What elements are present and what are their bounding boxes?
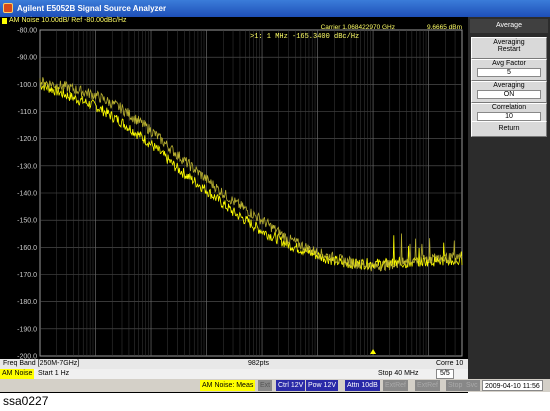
y-tick-label: -130.0 — [17, 163, 37, 170]
status-extref: ExtRef — [383, 380, 409, 391]
status-extref-2: ExtRef — [415, 380, 441, 391]
start-freq-label: Start 1 Hz — [38, 370, 70, 377]
return-button[interactable]: Return — [471, 121, 547, 137]
y-tick-label: -90.00 — [17, 55, 37, 62]
avg-factor-value: 5 — [477, 68, 541, 77]
points-label: 982pts — [248, 360, 270, 367]
y-tick-label: -140.0 — [17, 191, 37, 198]
meas-mode-label: AM Noise — [0, 369, 35, 379]
trace-indicator — [2, 18, 7, 24]
y-tick-label: -100.0 — [17, 82, 37, 89]
status-ctrl: Ctrl 12V — [276, 380, 306, 391]
trace-header: AM Noise 10.00dB/ Ref -80.00dBc/Hz — [0, 17, 468, 27]
y-tick-label: -180.0 — [17, 299, 37, 306]
avg-factor-button[interactable]: Avg Factor 5 — [471, 59, 547, 81]
trace-scale-label: AM Noise 10.00dB/ Ref -80.00dBc/Hz — [9, 17, 127, 24]
avg-count-label: 5/5 — [436, 369, 454, 379]
avg-factor-label: Avg Factor — [492, 60, 526, 67]
y-tick-label: -150.0 — [17, 218, 37, 225]
status-pow: Pow 12V — [306, 380, 339, 391]
averaging-label: Averaging — [493, 82, 525, 89]
softkey-menu-title: Average — [470, 19, 548, 33]
freq-band-label: Freq Band [250M-7GHz] — [3, 360, 80, 367]
status-ext: Ext — [258, 380, 273, 391]
softkey-panel: Average Averaging Restart Avg Factor 5 A… — [468, 17, 550, 379]
status-meas: AM Noise: Meas — [200, 380, 256, 391]
y-tick-label: -190.0 — [17, 326, 37, 333]
averaging-restart-button[interactable]: Averaging Restart — [471, 37, 547, 59]
stop-freq-label: Stop 40 MHz — [378, 370, 419, 377]
phase-noise-chart: -80.00 -90.00 -100.0 -110.0 -120.0 -130.0 -140… — [17, 24, 463, 359]
status-attn: Attn 10dB — [345, 380, 380, 391]
app-icon — [3, 3, 13, 13]
window-title: Agilent E5052B Signal Source Analyzer — [17, 4, 167, 13]
application-window: Agilent E5052B Signal Source Analyzer -8… — [0, 0, 550, 411]
y-tick-label: -110.0 — [18, 109, 37, 116]
correlation-label: Correlation — [491, 104, 527, 111]
image-caption: ssa0227 — [3, 394, 49, 408]
freq-band-bar: Freq Band [250M-7GHz] 982pts Corre 10 — [0, 359, 468, 369]
status-stop: Stop — [446, 380, 465, 391]
averaging-toggle-button[interactable]: Averaging ON — [471, 81, 547, 103]
status-svc: Svc — [464, 380, 480, 391]
analyzer-screen: -80.00 -90.00 -100.0 -110.0 -120.0 -130.0 -140… — [0, 17, 468, 393]
sweep-bar: AM Noise Start 1 Hz Stop 40 MHz 5/5 — [0, 369, 468, 379]
y-tick-label: -160.0 — [17, 245, 37, 252]
status-bar: AM Noise: Meas Ext Ctrl 12V Pow 12V Attn… — [0, 379, 550, 392]
y-tick-label: -170.0 — [17, 272, 37, 279]
correlation-label: Corre 10 — [436, 360, 464, 367]
averaging-restart-line2: Restart — [497, 46, 521, 53]
status-datetime: 2009-04-10 11:56 — [482, 380, 543, 391]
correlation-value: 10 — [477, 112, 541, 121]
averaging-value: ON — [477, 90, 541, 99]
marker-readout: >1: 1 MHz -165.3400 dBc/Hz — [250, 33, 359, 41]
y-tick-label: -120.0 — [17, 136, 37, 143]
y-tick-label: -80.00 — [17, 28, 37, 35]
title-bar: Agilent E5052B Signal Source Analyzer — [0, 0, 550, 17]
averaging-restart-line1: Averaging — [493, 39, 525, 46]
